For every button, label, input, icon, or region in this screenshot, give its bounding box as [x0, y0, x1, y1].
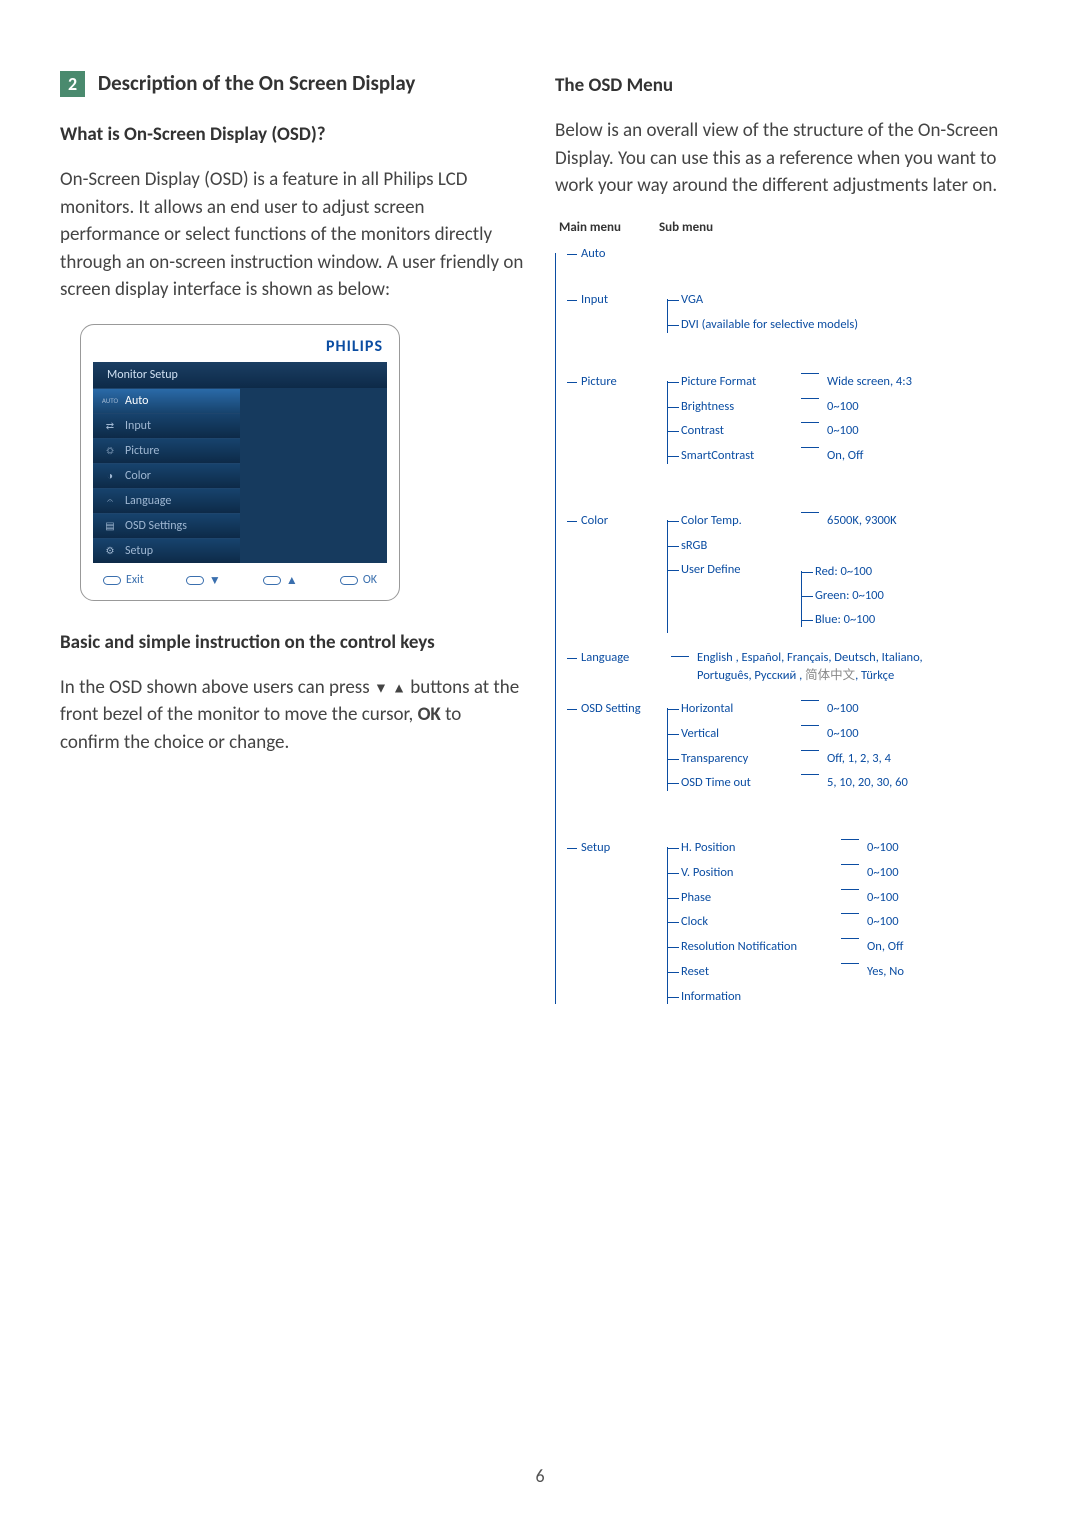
tree-osd-vertical: Vertical0~100 — [681, 725, 908, 744]
basic-instruction-heading: Basic and simple instruction on the cont… — [60, 631, 525, 654]
tree-auto: Auto — [567, 245, 1020, 264]
section-title-text: Description of the On Screen Display — [98, 70, 415, 96]
pill-icon — [103, 576, 121, 585]
osd-item-color: ◑ Color — [93, 463, 240, 488]
tree-setup-vpos: V. Position0~100 — [681, 864, 904, 883]
osd-intro-paragraph: On-Screen Display (OSD) is a feature in … — [60, 166, 525, 304]
osd-item-language: 𝄐 Language — [93, 488, 240, 513]
osd-down-hint: ▼ — [186, 573, 221, 588]
philips-logo: PHILIPS — [93, 335, 387, 362]
tree-color-srgb: sRGB — [681, 537, 897, 556]
tree-setup-phase: Phase0~100 — [681, 889, 904, 908]
osd-ok-hint: OK — [340, 573, 377, 588]
pill-icon — [186, 576, 204, 585]
osd-tree: Auto Input VGA DVI (available for select… — [555, 245, 1020, 1013]
color-icon: ◑ — [103, 469, 117, 483]
osd-item-label: Color — [125, 469, 151, 483]
osd-footer: Exit ▼ ▲ OK — [93, 563, 387, 588]
tree-header-main: Main menu — [559, 220, 621, 235]
input-icon: ⇄ — [103, 419, 117, 433]
tree-header: Main menu Sub menu — [555, 220, 1020, 235]
tree-header-sub: Sub menu — [659, 220, 713, 235]
tree-osd-transparency: TransparencyOff, 1, 2, 3, 4 — [681, 750, 908, 769]
tree-osd-timeout: OSD Time out5, 10, 20, 30, 60 — [681, 774, 908, 793]
osd-item-setup: ⚙ Setup — [93, 538, 240, 563]
osd-menu-heading: The OSD Menu — [555, 74, 1020, 97]
tree-picture-brightness: Brightness0~100 — [681, 398, 912, 417]
osd-menu-list: AUTO Auto ⇄ Input ☼ Picture ◑ Color — [93, 388, 240, 563]
tree-color-blue: Blue: 0~100 — [815, 611, 884, 630]
tree-color-userdefine: User Define Red: 0~100 Green: 0~100 Blue… — [681, 561, 897, 634]
tree-osdsetting: OSD Setting Horizontal0~100 Vertical0~10… — [567, 700, 1020, 799]
tree-osd-horizontal: Horizontal0~100 — [681, 700, 908, 719]
osd-item-label: Auto — [125, 394, 148, 408]
osd-settings-icon: ▤ — [103, 519, 117, 533]
tree-setup-reset: ResetYes, No — [681, 963, 904, 982]
section-number: 2 — [60, 71, 85, 97]
osd-item-osdsettings: ▤ OSD Settings — [93, 513, 240, 538]
osd-up-hint: ▲ — [263, 573, 298, 588]
osd-item-label: OSD Settings — [125, 519, 187, 533]
language-icon: 𝄐 — [103, 494, 117, 508]
tree-color-green: Green: 0~100 — [815, 587, 884, 606]
osd-item-label: Picture — [125, 444, 159, 458]
osd-titlebar: Monitor Setup — [93, 362, 387, 388]
tree-input-dvi: DVI (available for selective models) — [681, 316, 858, 335]
osd-item-input: ⇄ Input — [93, 413, 240, 438]
osd-item-label: Setup — [125, 544, 153, 558]
up-triangle-icon: ▲ — [392, 679, 406, 696]
pill-icon — [263, 576, 281, 585]
tree-picture-format: Picture FormatWide screen, 4:3 — [681, 373, 912, 392]
setup-icon: ⚙ — [103, 544, 117, 558]
section-heading: 2 Description of the On Screen Display — [60, 70, 525, 97]
left-column: 2 Description of the On Screen Display W… — [60, 70, 525, 1018]
tree-input: Input VGA DVI (available for selective m… — [567, 291, 1020, 341]
tree-picture-contrast: Contrast0~100 — [681, 422, 912, 441]
page-columns: 2 Description of the On Screen Display W… — [60, 70, 1020, 1018]
tree-setup-clock: Clock0~100 — [681, 913, 904, 932]
osd-item-auto: AUTO Auto — [93, 388, 240, 413]
tree-color-red: Red: 0~100 — [815, 563, 884, 582]
osd-exit-hint: Exit — [103, 573, 144, 588]
tree-setup-resnotif: Resolution NotificationOn, Off — [681, 938, 904, 957]
tree-setup-info: Information — [681, 988, 904, 1007]
osd-item-label: Language — [125, 494, 171, 508]
tree-color-temp: Color Temp.6500K, 9300K — [681, 512, 897, 531]
tree-color: Color Color Temp.6500K, 9300K sRGB User … — [567, 512, 1020, 641]
tree-picture: Picture Picture FormatWide screen, 4:3 B… — [567, 373, 1020, 472]
picture-icon: ☼ — [103, 444, 117, 458]
osd-item-picture: ☼ Picture — [93, 438, 240, 463]
tree-setup: Setup H. Position0~100 V. Position0~100 … — [567, 839, 1020, 1012]
osd-right-pane — [240, 388, 387, 563]
down-triangle-icon: ▼ — [374, 679, 388, 696]
tree-setup-hpos: H. Position0~100 — [681, 839, 904, 858]
auto-icon: AUTO — [103, 394, 117, 408]
right-column: The OSD Menu Below is an overall view of… — [555, 70, 1020, 1018]
tree-language: Language English , Español, Français, De… — [567, 649, 1020, 687]
page-number: 6 — [0, 1465, 1080, 1487]
osd-screenshot: PHILIPS Monitor Setup AUTO Auto ⇄ Input … — [80, 324, 400, 601]
tree-input-vga: VGA — [681, 291, 858, 310]
osd-body: AUTO Auto ⇄ Input ☼ Picture ◑ Color — [93, 388, 387, 563]
osd-item-label: Input — [125, 419, 151, 433]
what-is-osd-heading: What is On-Screen Display (OSD)? — [60, 123, 525, 146]
tree-picture-smartcontrast: SmartContrastOn, Off — [681, 447, 912, 466]
pill-icon — [340, 576, 358, 585]
osd-menu-paragraph: Below is an overall view of the structur… — [555, 117, 1020, 200]
basic-instruction-paragraph: In the OSD shown above users can press ▼… — [60, 674, 525, 757]
